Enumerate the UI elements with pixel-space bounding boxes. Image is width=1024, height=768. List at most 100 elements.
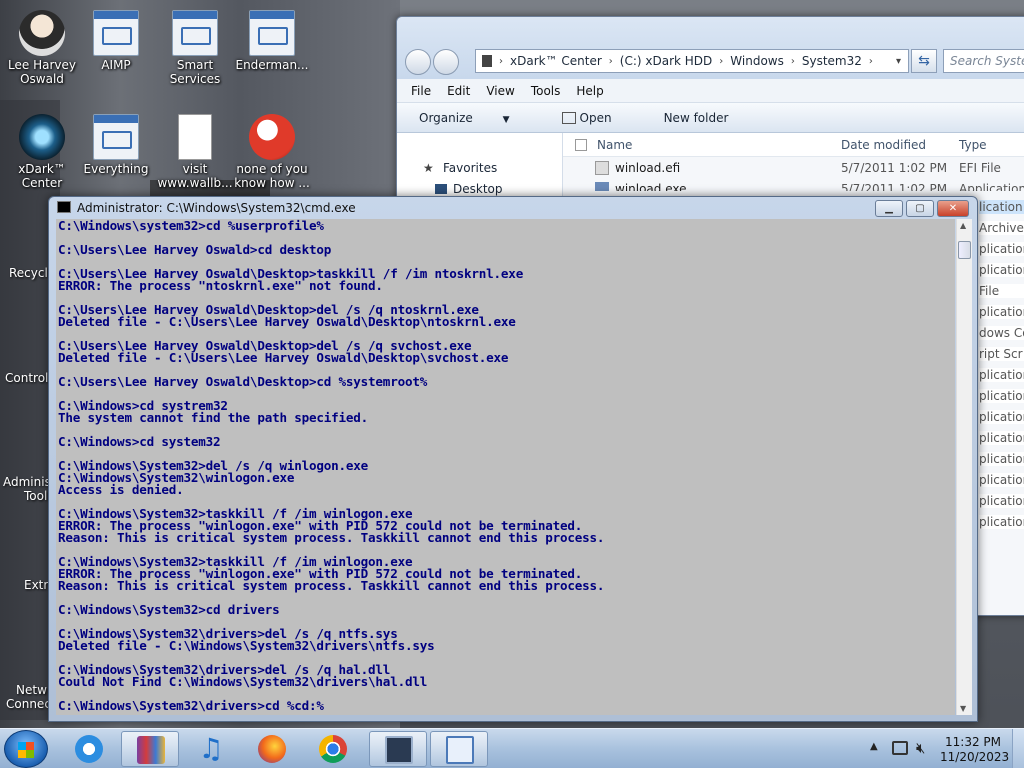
- desktop-icon-visit-wallb[interactable]: visit www.wallb...: [153, 114, 237, 190]
- menu-file[interactable]: File: [411, 84, 431, 98]
- file-type-cell[interactable]: plication: [979, 473, 1024, 487]
- desktop-icon-label-network[interactable]: Netw: [16, 683, 47, 697]
- file-row[interactable]: winload.exe 5/7/2011 1:02 PM Application: [563, 179, 1024, 191]
- desktop-icon-label-tools: Tool: [24, 489, 48, 503]
- nav-favorites[interactable]: ★ Favorites: [423, 161, 497, 175]
- desktop-icon-label-admin[interactable]: Adminis: [3, 475, 51, 489]
- app-window-icon: [172, 10, 218, 56]
- file-type-cell[interactable]: plication: [979, 452, 1024, 466]
- console-line: C:\Windows\System32\drivers>cd %cd:%: [58, 698, 324, 713]
- breadcrumb-system32[interactable]: System32: [802, 54, 862, 68]
- desktop-icon-everything[interactable]: Everything: [74, 114, 158, 176]
- document-icon: [178, 114, 212, 160]
- console-line: C:\Users\Lee Harvey Oswald\Desktop>cd %s…: [58, 374, 428, 389]
- desktop-icon-user[interactable]: Lee Harvey Oswald: [0, 10, 84, 86]
- organize-button[interactable]: Organize ▼: [419, 111, 536, 125]
- file-type-cell[interactable]: plication: [979, 368, 1024, 382]
- desktop-icon-label: xDark™ Center: [18, 162, 66, 190]
- desktop-icon-label-connections: Connec: [6, 697, 51, 711]
- search-input[interactable]: Search System32: [943, 49, 1024, 73]
- close-button[interactable]: ✕: [937, 200, 969, 217]
- console-line: Could Not Find C:\Windows\System32\drive…: [58, 674, 428, 689]
- column-type[interactable]: Type: [959, 138, 987, 152]
- forward-button[interactable]: [433, 49, 459, 75]
- taskbar-ie[interactable]: [60, 731, 118, 767]
- console-line: C:\Windows\System32>cd drivers: [58, 602, 280, 617]
- taskbar-chrome[interactable]: [304, 731, 362, 767]
- desktop-icon-smart-services[interactable]: Smart Services: [153, 10, 237, 86]
- maximize-button[interactable]: ▢: [906, 200, 934, 217]
- show-desktop-button[interactable]: [1012, 729, 1024, 768]
- new-folder-button[interactable]: New folder: [664, 111, 729, 125]
- network-icon[interactable]: [892, 741, 908, 755]
- taskbar-firefox[interactable]: [243, 731, 301, 767]
- open-button[interactable]: Open: [561, 111, 638, 125]
- file-type-cell[interactable]: plication: [979, 494, 1024, 508]
- breadcrumb-windows[interactable]: Windows: [730, 54, 784, 68]
- file-type-cell[interactable]: plication: [979, 410, 1024, 424]
- nav-desktop[interactable]: Desktop: [435, 182, 503, 196]
- taskbar-cmd[interactable]: [369, 731, 427, 767]
- start-button[interactable]: [4, 730, 48, 768]
- desktop-icon-label: Everything: [83, 162, 149, 176]
- nav-desktop-label: Desktop: [453, 182, 503, 196]
- explorer-toolbar: Organize ▼ Open New folder: [397, 103, 1024, 133]
- file-type-cell[interactable]: plication: [979, 431, 1024, 445]
- window-title: Administrator: C:\Windows\System32\cmd.e…: [77, 201, 356, 215]
- chevron-down-icon: ▼: [502, 114, 510, 125]
- file-date: 5/7/2011 1:02 PM: [841, 182, 948, 191]
- file-type-cell[interactable]: plication: [979, 242, 1024, 256]
- file-type-cell[interactable]: Archive: [979, 221, 1024, 235]
- console-output[interactable]: C:\Windows\system32>cd %userprofile% C:\…: [56, 219, 955, 715]
- breadcrumb-c-drive[interactable]: (C:) xDark HDD: [620, 54, 713, 68]
- desktop-icon: [435, 184, 447, 194]
- volume-muted-icon[interactable]: 🔇︎: [916, 739, 925, 757]
- desktop-icon-label: Lee Harvey Oswald: [8, 58, 76, 86]
- desktop-icon-none-of-you[interactable]: none of you know how ...: [230, 114, 314, 190]
- file-type-cell[interactable]: lication: [979, 200, 1024, 214]
- desktop-icon-xdark-center[interactable]: xDark™ Center: [0, 114, 84, 190]
- chevron-down-icon[interactable]: ▾: [896, 56, 901, 67]
- file-type-cell[interactable]: plication: [979, 389, 1024, 403]
- taskbar-notepad[interactable]: [430, 731, 488, 767]
- menu-help[interactable]: Help: [576, 84, 603, 98]
- refresh-button[interactable]: ⇆: [911, 49, 937, 73]
- menu-view[interactable]: View: [486, 84, 514, 98]
- file-type-cell[interactable]: plication: [979, 263, 1024, 277]
- back-button[interactable]: [405, 49, 431, 75]
- taskbar-winrar[interactable]: [121, 731, 179, 767]
- desktop-icon-label-control[interactable]: Control: [5, 371, 48, 385]
- file-type-cell[interactable]: dows Co: [979, 326, 1024, 340]
- scrollbar-thumb[interactable]: [958, 241, 971, 259]
- file-type-cell[interactable]: File: [979, 284, 1024, 298]
- file-type-cell[interactable]: plication: [979, 305, 1024, 319]
- scroll-down-icon[interactable]: ▼: [960, 704, 966, 713]
- address-bar[interactable]: › xDark™ Center › (C:) xDark HDD › Windo…: [475, 49, 909, 73]
- desktop-icon-aimp[interactable]: AIMP: [74, 10, 158, 72]
- breadcrumb-xdark-center[interactable]: xDark™ Center: [510, 54, 602, 68]
- file-type-cell[interactable]: plication: [979, 515, 1024, 529]
- column-date-modified[interactable]: Date modified: [841, 138, 926, 152]
- red-sphere-icon: [249, 114, 295, 160]
- select-all-checkbox[interactable]: [575, 139, 587, 151]
- console-line: Access is denied.: [58, 482, 184, 497]
- file-type-cell[interactable]: ript Scr: [979, 347, 1024, 361]
- vertical-scrollbar[interactable]: ▲ ▼: [956, 219, 972, 715]
- chrome-icon: [319, 735, 347, 763]
- console-line: The system cannot find the path specifie…: [58, 410, 369, 425]
- column-name[interactable]: Name: [597, 138, 632, 152]
- breadcrumb-separator-icon: ›: [719, 55, 724, 67]
- desktop-icon-enderman[interactable]: Enderman...: [230, 10, 314, 72]
- app-window-icon: [249, 10, 295, 56]
- show-hidden-icons-icon[interactable]: ▲: [870, 741, 878, 752]
- scroll-up-icon[interactable]: ▲: [960, 221, 966, 230]
- file-row[interactable]: winload.efi 5/7/2011 1:02 PM EFI File: [563, 158, 1024, 179]
- minimize-icon: ▁: [885, 203, 893, 214]
- clock-date: 11/20/2023: [940, 750, 1010, 764]
- menu-tools[interactable]: Tools: [531, 84, 561, 98]
- menu-edit[interactable]: Edit: [447, 84, 470, 98]
- minimize-button[interactable]: ▁: [875, 200, 903, 217]
- file-name: winload.exe: [615, 182, 687, 191]
- taskbar-music[interactable]: ♫: [182, 731, 240, 767]
- clock[interactable]: 11:32 PM 11/20/2023: [940, 735, 1010, 765]
